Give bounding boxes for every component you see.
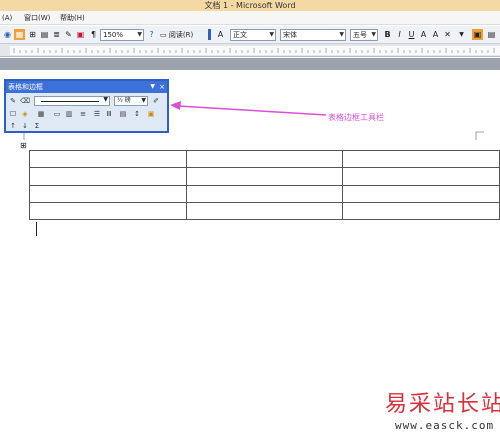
callout-arrow [170,101,327,116]
sort-descending-icon[interactable]: ↓ [20,121,30,131]
ruler-scale [10,46,500,55]
shading-color-icon[interactable]: ◈ [20,109,30,119]
menu-item-window[interactable]: 窗口(W) [24,11,50,25]
tables-borders-title-text: 表格和边框 [8,83,43,91]
char-shading-icon[interactable]: A [430,29,441,40]
distribute-columns-icon[interactable]: Ⅲ [104,109,114,119]
font-size-value: 五号 [353,31,367,39]
web-icon[interactable]: ◉ [2,29,13,40]
table-cell[interactable] [185,149,344,169]
table-cell[interactable] [342,167,500,186]
font-size-select[interactable]: 五号 ▼ [350,29,378,41]
document-map-icon[interactable]: ▣ [75,29,86,40]
text-direction-icon[interactable]: ↕ [132,109,142,119]
table-cell[interactable] [342,201,500,221]
tables-borders-toolbar-title[interactable]: 表格和边框 ▼ × [6,81,167,93]
zoom-select[interactable]: 150% ▼ [100,29,144,41]
callout-label: 表格边框工具栏 [328,113,384,122]
watermark-url: www.easck.com [395,419,495,432]
horizontal-ruler[interactable] [0,44,500,57]
chevron-down-icon[interactable]: ▼ [150,81,155,93]
style-value: 正文 [233,31,247,39]
italic-button[interactable]: I [394,29,405,40]
chevron-down-icon: ▼ [103,96,108,103]
text-cursor [36,222,37,236]
draw-table-icon[interactable]: ✎ [8,96,18,106]
zoom-value: 150% [103,31,124,39]
menu-item-table[interactable]: (A) [2,11,12,25]
table-cell[interactable] [29,184,187,203]
book-icon: ▭ [160,31,167,39]
close-icon[interactable]: × [159,81,165,93]
table-cell[interactable] [29,201,187,221]
menu-bar: (A) 窗口(W) 帮助(H) [0,11,500,25]
drawing-icon[interactable]: ✎ [63,29,74,40]
autosum-button[interactable]: Σ [32,121,42,131]
char-scale-icon[interactable]: ✕ [442,29,453,40]
chevron-down-icon: ▼ [371,31,376,38]
border-color-icon[interactable]: ✐ [151,96,161,106]
insert-table-icon[interactable]: ⊞ [27,29,38,40]
formatting-toolbar: ◉ ▦ ⊞ ▤ ≣ ✎ ▣ ¶ 150% ▼ ? ▭ 阅读(R) A 正文 ▼ 宋体… [0,26,500,44]
align-icon[interactable]: ≡ [78,109,88,119]
toolbar-grip-icon [208,29,211,40]
columns-icon[interactable]: ≣ [51,29,62,40]
autoformat-icon[interactable]: ▤ [118,109,128,119]
styles-icon[interactable]: A [215,29,226,40]
underline-button[interactable]: U [406,29,417,40]
help-icon[interactable]: ? [146,29,157,40]
window-title-bar: 文档 1 - Microsoft Word [0,0,500,11]
table-cell[interactable] [185,201,344,221]
style-select[interactable]: 正文 ▼ [230,29,276,41]
table-cell[interactable] [185,167,344,186]
table-cell[interactable] [29,149,187,169]
table-row [29,184,500,203]
table-row [29,201,500,221]
window-title: 文档 1 - Microsoft Word [204,1,296,10]
highlight-icon[interactable]: ▣ [472,29,483,40]
toolbar-options-icon[interactable]: ▤ [486,29,497,40]
ruler-ticks [13,48,495,53]
line-style-select[interactable]: ▼ [34,96,110,106]
table-cell[interactable] [29,167,187,186]
chevron-down-icon: ▼ [269,31,274,38]
bold-button[interactable]: B [382,29,393,40]
read-button-label: 阅读(R) [168,31,194,39]
watermark-brand: 易采站长站 [385,392,500,417]
table-cell[interactable] [342,184,500,203]
document-table[interactable] [29,149,500,221]
excel-icon[interactable]: ▤ [39,29,50,40]
chevron-down-icon: ▼ [137,31,142,38]
table-row [29,167,500,186]
char-border-icon[interactable]: A [418,29,429,40]
tables-borders-icon[interactable]: ▦ [14,29,25,40]
font-select[interactable]: 宋体 ▼ [280,29,346,41]
insert-table-icon[interactable]: ▦ [36,109,46,119]
font-value: 宋体 [283,31,297,39]
read-button[interactable]: ▭ 阅读(R) [160,29,204,41]
table-properties-icon[interactable]: ▣ [146,109,156,119]
menu-item-help[interactable]: 帮助(H) [60,11,85,25]
table-cell[interactable] [342,149,500,169]
chevron-down-icon: ▼ [339,31,344,38]
outside-border-icon[interactable]: ☐ [8,109,18,119]
split-cells-icon[interactable]: ▥ [64,109,74,119]
show-hide-icon[interactable]: ¶ [88,29,99,40]
sort-ascending-icon[interactable]: ↑ [8,121,18,131]
tables-borders-toolbar[interactable]: 表格和边框 ▼ × ✎ ⌫ ▼ ½ 磅 ▼ ✐ ☐ ◈ ▦ ▭ ▥ ≡ ☰ Ⅲ … [4,79,169,133]
table-move-handle-icon[interactable]: ⊞ [20,142,27,150]
chevron-down-icon: ▼ [141,97,146,104]
line-weight-select[interactable]: ½ 磅 ▼ [114,96,148,106]
table-row [29,149,500,169]
merge-cells-icon[interactable]: ▭ [52,109,62,119]
line-style-preview [41,101,99,102]
distribute-rows-icon[interactable]: ☰ [92,109,102,119]
line-weight-value: ½ 磅 [117,97,131,104]
document-background-band [0,58,500,70]
table-cell[interactable] [185,184,344,203]
eraser-icon[interactable]: ⌫ [20,96,30,106]
chevron-down-icon[interactable]: ▼ [456,29,467,40]
